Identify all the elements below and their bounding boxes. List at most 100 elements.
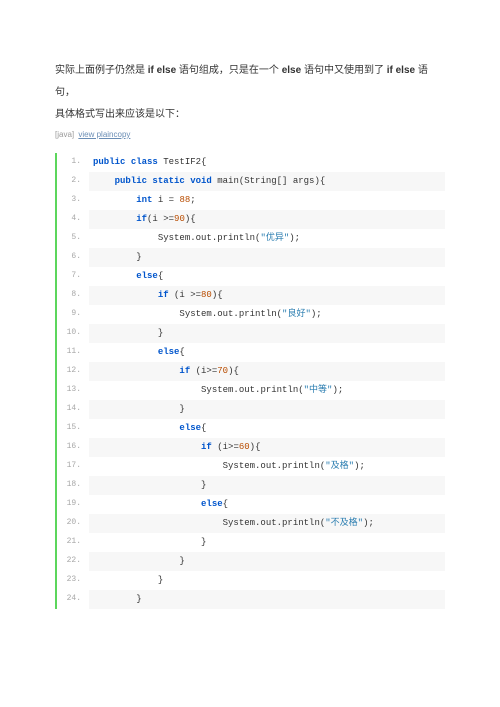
code-line: 11. else{ [57, 343, 445, 362]
token-pl: ); [363, 518, 374, 528]
token-kw: else [136, 271, 158, 281]
code-content: } [89, 248, 445, 267]
code-content: else{ [89, 343, 445, 362]
line-number: 10. [57, 324, 89, 343]
token-num: 90 [174, 214, 185, 224]
token-pl: i = [152, 195, 179, 205]
code-content: if (i>=70){ [89, 362, 445, 381]
token-kw: if [136, 214, 147, 224]
intro-text: 语句组成，只是在一个 [176, 65, 282, 76]
code-line: 20. System.out.println("不及格"); [57, 514, 445, 533]
code-content: else{ [89, 495, 445, 514]
token-pl: (i>= [190, 366, 217, 376]
line-number: 20. [57, 514, 89, 533]
token-num: 70 [217, 366, 228, 376]
code-content: System.out.println("不及格"); [89, 514, 445, 533]
token-kw: else [201, 499, 223, 509]
code-line: 6. } [57, 248, 445, 267]
code-line: 24. } [57, 590, 445, 609]
code-content: if (i >=80){ [89, 286, 445, 305]
view-plaincopy-link[interactable]: view plaincopy [78, 130, 130, 139]
keyword-else: else [282, 65, 301, 76]
token-kw: public [93, 157, 125, 167]
code-line: 19. else{ [57, 495, 445, 514]
code-content: } [89, 324, 445, 343]
token-str: "不及格" [325, 518, 363, 528]
token-pl: } [201, 537, 206, 547]
token-pl: } [201, 480, 206, 490]
token-pl: System.out.println( [201, 385, 304, 395]
token-pl: ); [354, 461, 365, 471]
token-pl: (i >= [147, 214, 174, 224]
intro-line2: 具体格式写出来应该是以下： [55, 104, 445, 126]
code-content: else{ [89, 419, 445, 438]
token-pl: main(String[] args){ [212, 176, 325, 186]
line-number: 1. [57, 153, 89, 172]
code-content: System.out.println("中等"); [89, 381, 445, 400]
line-number: 24. [57, 590, 89, 609]
intro-text: 语句中又使用到了 [301, 65, 387, 76]
code-line: 22. } [57, 552, 445, 571]
code-line: 12. if (i>=70){ [57, 362, 445, 381]
line-number: 22. [57, 552, 89, 571]
line-number: 6. [57, 248, 89, 267]
line-number: 5. [57, 229, 89, 248]
line-number: 19. [57, 495, 89, 514]
token-kw: else [158, 347, 180, 357]
code-content: } [89, 571, 445, 590]
code-line: 15. else{ [57, 419, 445, 438]
token-pl: TestIF2{ [158, 157, 207, 167]
token-kw: static [152, 176, 184, 186]
token-pl: ){ [250, 442, 261, 452]
token-pl: { [201, 423, 206, 433]
token-str: "良好" [282, 309, 311, 319]
code-content: int i = 88; [89, 191, 445, 210]
token-pl: { [179, 347, 184, 357]
token-pl: ); [311, 309, 322, 319]
line-number: 18. [57, 476, 89, 495]
line-number: 9. [57, 305, 89, 324]
token-num: 60 [239, 442, 250, 452]
token-kw: else [179, 423, 201, 433]
token-pl: } [179, 404, 184, 414]
token-pl: ){ [228, 366, 239, 376]
token-num: 88 [179, 195, 190, 205]
token-pl: } [158, 328, 163, 338]
code-line: 2. public static void main(String[] args… [57, 172, 445, 191]
code-content: } [89, 533, 445, 552]
token-pl: (i >= [169, 290, 201, 300]
token-pl: System.out.println( [179, 309, 282, 319]
token-pl: System.out.println( [223, 461, 326, 471]
code-content: System.out.println("优异"); [89, 229, 445, 248]
line-number: 4. [57, 210, 89, 229]
keyword-ifelse: if else [148, 65, 176, 76]
line-number: 11. [57, 343, 89, 362]
token-pl: System.out.println( [158, 233, 261, 243]
line-number: 13. [57, 381, 89, 400]
token-kw: void [190, 176, 212, 186]
token-str: "及格" [325, 461, 354, 471]
token-pl: } [136, 594, 141, 604]
token-str: "中等" [304, 385, 333, 395]
code-content: public static void main(String[] args){ [89, 172, 445, 191]
code-content: } [89, 400, 445, 419]
line-number: 7. [57, 267, 89, 286]
code-line: 23. } [57, 571, 445, 590]
code-line: 8. if (i >=80){ [57, 286, 445, 305]
intro-text: 实际上面例子仍然是 [55, 65, 148, 76]
code-content: System.out.println("及格"); [89, 457, 445, 476]
code-line: 3. int i = 88; [57, 191, 445, 210]
code-line: 4. if(i >=90){ [57, 210, 445, 229]
token-kw: int [136, 195, 152, 205]
line-number: 3. [57, 191, 89, 210]
code-line: 5. System.out.println("优异"); [57, 229, 445, 248]
code-block: 1.public class TestIF2{2. public static … [55, 153, 445, 609]
code-content: if(i >=90){ [89, 210, 445, 229]
code-line: 1.public class TestIF2{ [57, 153, 445, 172]
code-line: 10. } [57, 324, 445, 343]
code-line: 7. else{ [57, 267, 445, 286]
code-content: System.out.println("良好"); [89, 305, 445, 324]
code-content: else{ [89, 267, 445, 286]
code-line: 14. } [57, 400, 445, 419]
token-pl: { [158, 271, 163, 281]
